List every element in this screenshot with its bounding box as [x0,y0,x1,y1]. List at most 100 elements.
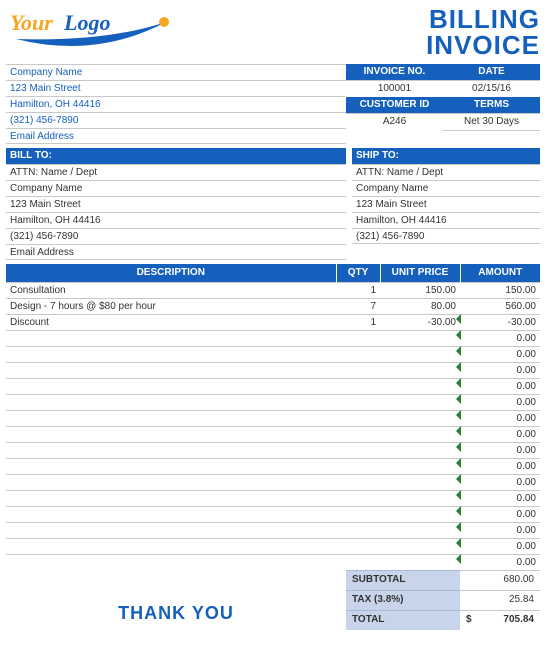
company-phone: (321) 456-7890 [6,112,346,128]
item-desc [6,490,336,506]
logo-text-logo: Logo [64,10,110,36]
item-row: 0.00 [6,394,540,410]
item-desc [6,538,336,554]
company-email: Email Address [6,128,346,144]
item-qty [336,378,380,394]
billto-phone: (321) 456-7890 [6,228,346,244]
customer-id-value: A246 [346,114,443,131]
terms-label: TERMS [443,97,540,114]
item-qty [336,410,380,426]
item-qty [336,522,380,538]
item-price [380,330,460,346]
item-qty: 1 [336,282,380,298]
item-amount: 0.00 [460,426,540,442]
item-amount: -30.00 [460,314,540,330]
item-desc [6,442,336,458]
item-amount: 0.00 [460,378,540,394]
subtotal-label: SUBTOTAL [346,570,460,590]
item-qty [336,394,380,410]
logo-text-your: Your [10,10,53,36]
item-desc [6,426,336,442]
item-qty [336,554,380,570]
item-row: 0.00 [6,538,540,554]
item-amount: 0.00 [460,394,540,410]
item-desc: Design - 7 hours @ $80 per hour [6,298,336,314]
item-row: 0.00 [6,442,540,458]
shipto-attn: ATTN: Name / Dept [352,164,540,180]
item-amount: 0.00 [460,522,540,538]
item-row: 0.00 [6,522,540,538]
billto-email: Email Address [6,244,346,260]
item-row: 0.00 [6,458,540,474]
item-price [380,426,460,442]
item-price: 80.00 [380,298,460,314]
invoice-title: BILLING INVOICE [426,6,540,58]
item-row: 0.00 [6,378,540,394]
col-price: UNIT PRICE [380,264,460,282]
item-price [380,522,460,538]
item-desc [6,394,336,410]
item-qty [336,506,380,522]
billto-label: BILL TO: [6,148,346,164]
item-amount: 0.00 [460,490,540,506]
item-amount: 150.00 [460,282,540,298]
col-qty: QTY [336,264,380,282]
billto-attn: ATTN: Name / Dept [6,164,346,180]
tax-value: 25.84 [460,590,540,610]
item-desc [6,346,336,362]
item-row: 0.00 [6,474,540,490]
item-amount: 0.00 [460,458,540,474]
item-amount: 0.00 [460,538,540,554]
item-row: 0.00 [6,490,540,506]
item-row: Design - 7 hours @ $80 per hour780.00560… [6,298,540,314]
billto-street: 123 Main Street [6,196,346,212]
item-row: 0.00 [6,554,540,570]
col-amount: AMOUNT [460,264,540,282]
item-desc [6,362,336,378]
item-amount: 0.00 [460,442,540,458]
total-label: TOTAL [346,610,460,630]
item-desc [6,330,336,346]
company-name: Company Name [6,64,346,80]
item-amount: 0.00 [460,410,540,426]
item-price: -30.00 [380,314,460,330]
item-row: Consultation1150.00150.00 [6,282,540,298]
shipto-company: Company Name [352,180,540,196]
item-qty [336,426,380,442]
thank-you: THANK YOU [6,570,346,630]
company-city: Hamilton, OH 44416 [6,96,346,112]
title-line1: BILLING [426,6,540,32]
billto-company: Company Name [6,180,346,196]
subtotal-value: 680.00 [460,570,540,590]
item-desc: Consultation [6,282,336,298]
col-desc: DESCRIPTION [6,264,336,282]
item-price [380,490,460,506]
item-desc [6,458,336,474]
company-street: 123 Main Street [6,80,346,96]
shipto-phone: (321) 456-7890 [352,228,540,244]
item-row: Discount1-30.00-30.00 [6,314,540,330]
item-qty [336,442,380,458]
item-desc [6,554,336,570]
item-price: 150.00 [380,282,460,298]
item-desc [6,474,336,490]
shipto-city: Hamilton, OH 44416 [352,212,540,228]
shipto-label: SHIP TO: [352,148,540,164]
invoice-no-label: INVOICE NO. [346,64,443,81]
item-row: 0.00 [6,362,540,378]
item-price [380,378,460,394]
date-label: DATE [443,64,540,81]
item-amount: 0.00 [460,506,540,522]
item-row: 0.00 [6,346,540,362]
item-desc [6,410,336,426]
item-amount: 0.00 [460,554,540,570]
item-amount: 0.00 [460,330,540,346]
line-items-table: DESCRIPTION QTY UNIT PRICE AMOUNT Consul… [6,264,540,570]
logo: Your Logo [6,6,186,56]
item-desc [6,378,336,394]
item-qty [336,362,380,378]
item-price [380,506,460,522]
item-qty [336,538,380,554]
item-qty [336,346,380,362]
item-amount: 0.00 [460,346,540,362]
